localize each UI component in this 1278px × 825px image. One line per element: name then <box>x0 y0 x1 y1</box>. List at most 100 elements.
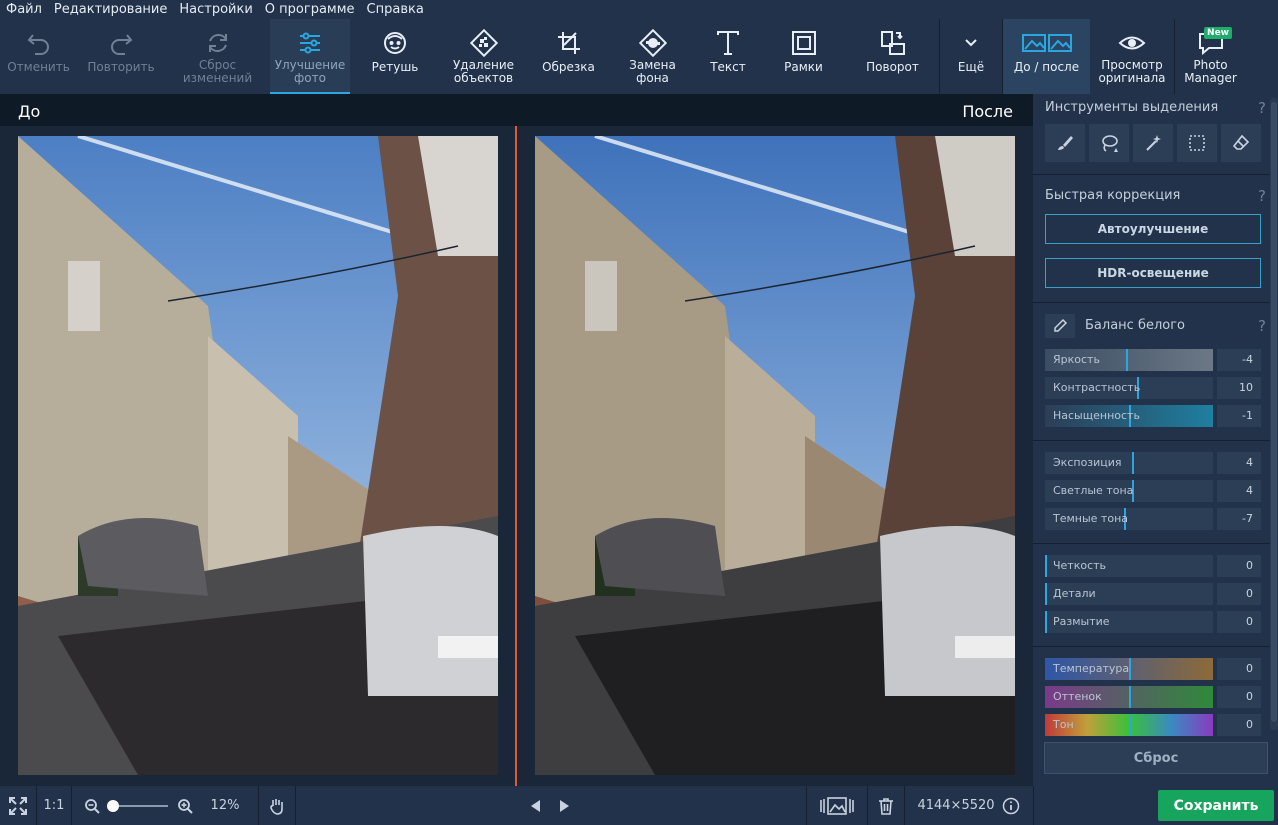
reset-button[interactable]: Сброс <box>1044 742 1268 774</box>
filmstrip-button[interactable] <box>807 786 867 825</box>
menu-settings[interactable]: Настройки <box>179 2 252 17</box>
auto-enhance-button[interactable]: Автоулучшение <box>1045 214 1261 244</box>
undo-button[interactable]: Отменить <box>0 19 77 94</box>
delete-button[interactable] <box>868 786 904 825</box>
slider-value[interactable]: 0 <box>1217 555 1261 577</box>
slider-handle[interactable] <box>1126 349 1128 371</box>
info-button[interactable] <box>1000 786 1022 825</box>
zoom-out-button[interactable] <box>82 786 102 825</box>
tab-rotate[interactable]: Поворот <box>846 19 939 94</box>
zoom-in-button[interactable] <box>175 786 195 825</box>
selection-help-icon[interactable]: ? <box>1258 99 1266 117</box>
bottom-bar: 1:1 12% 4144×5520 Сохранить <box>0 786 1278 825</box>
redo-button[interactable]: Повторить <box>77 19 165 94</box>
white-balance-picker[interactable] <box>1045 314 1075 338</box>
slider-6[interactable]: Темные тона <box>1045 508 1213 530</box>
slider-value[interactable]: 10 <box>1217 377 1261 399</box>
hand-tool-button[interactable] <box>259 786 295 825</box>
rect-select-tool[interactable] <box>1177 124 1217 162</box>
slider-8[interactable]: Детали <box>1045 583 1213 605</box>
slider-7[interactable]: Четкость <box>1045 555 1213 577</box>
menu-about[interactable]: О программе <box>265 2 355 17</box>
sliders-icon <box>300 32 320 54</box>
brush-icon <box>1058 136 1073 150</box>
slider-handle[interactable] <box>1129 686 1131 708</box>
tab-frames[interactable]: Рамки <box>761 19 846 94</box>
slider-value[interactable]: -7 <box>1217 508 1261 530</box>
magic-wand-tool[interactable] <box>1133 124 1173 162</box>
fit-screen-button[interactable] <box>0 786 36 825</box>
image-canvas[interactable] <box>0 126 1033 786</box>
tab-retouch[interactable]: Ретушь <box>350 19 440 94</box>
slider-value[interactable]: -4 <box>1217 349 1261 371</box>
lasso-tool[interactable] <box>1089 124 1129 162</box>
panel-scrollbar[interactable] <box>1270 98 1278 730</box>
quick-help-icon[interactable]: ? <box>1258 187 1266 205</box>
slider-value[interactable]: 4 <box>1217 480 1261 502</box>
hand-icon <box>270 798 283 815</box>
frame-icon <box>791 31 816 55</box>
slider-5[interactable]: Светлые тона <box>1045 480 1213 502</box>
slider-2[interactable]: Контрастность <box>1045 377 1213 399</box>
adjustments-panel: Инструменты выделения ? Быстрая коррекци… <box>1033 94 1278 786</box>
slider-value[interactable]: 4 <box>1217 452 1261 474</box>
tab-text[interactable]: Текст <box>695 19 761 94</box>
slider-value[interactable]: 0 <box>1217 714 1261 736</box>
after-label: После <box>962 102 1013 121</box>
compare-header: До После <box>0 94 1033 126</box>
before-after-icon <box>1021 34 1072 52</box>
triangle-left-icon <box>531 799 540 812</box>
slider-value[interactable]: 0 <box>1217 658 1261 680</box>
slider-value[interactable]: -1 <box>1217 405 1261 427</box>
slider-handle[interactable] <box>1045 611 1047 633</box>
compare-divider[interactable] <box>515 126 517 786</box>
slider-label: Насыщенность <box>1053 409 1140 422</box>
slider-value[interactable]: 0 <box>1217 611 1261 633</box>
slider-10[interactable]: Температура <box>1045 658 1213 680</box>
slider-value[interactable]: 0 <box>1217 686 1261 708</box>
slider-11[interactable]: Оттенок <box>1045 686 1213 708</box>
slider-1[interactable]: Яркость <box>1045 349 1213 371</box>
slider-4[interactable]: Экспозиция <box>1045 452 1213 474</box>
slider-value[interactable]: 0 <box>1217 583 1261 605</box>
magic-wand-icon <box>1146 135 1161 151</box>
tab-enhance-photo[interactable]: Улучшение фото <box>270 19 350 94</box>
zoom-out-icon <box>85 798 100 814</box>
slider-handle[interactable] <box>1129 714 1131 736</box>
next-image-button[interactable] <box>556 786 574 825</box>
slider-handle[interactable] <box>1129 658 1131 680</box>
slider-9[interactable]: Размытие <box>1045 611 1213 633</box>
slider-handle[interactable] <box>1045 555 1047 577</box>
more-button[interactable]: Ещё <box>940 19 1002 94</box>
tab-remove-objects[interactable]: Удаление объектов <box>440 19 527 94</box>
view-original-button[interactable]: Просмотр оригинала <box>1090 19 1174 94</box>
eraser-tool[interactable] <box>1221 124 1261 162</box>
rotate-icon <box>880 31 905 55</box>
prev-image-button[interactable] <box>526 786 544 825</box>
menu-file[interactable]: Файл <box>6 2 42 17</box>
slider-label: Размытие <box>1053 615 1110 628</box>
save-button[interactable]: Сохранить <box>1158 790 1274 821</box>
hdr-lighting-button[interactable]: HDR-освещение <box>1045 258 1261 288</box>
tab-replace-background[interactable]: Замена фона <box>610 19 695 94</box>
crop-icon <box>557 32 580 54</box>
wb-help-icon[interactable]: ? <box>1258 317 1266 335</box>
reset-changes-button[interactable]: Сброс изменений <box>165 19 270 94</box>
slider-12[interactable]: Тон <box>1045 714 1213 736</box>
photo-manager-button[interactable]: New Photo Manager <box>1175 19 1246 94</box>
slider-label: Температура <box>1053 662 1130 675</box>
trash-icon <box>879 797 893 815</box>
actual-size-button[interactable]: 1:1 <box>37 786 71 825</box>
slider-label: Темные тона <box>1053 512 1128 525</box>
brush-tool[interactable] <box>1045 124 1085 162</box>
text-icon <box>717 31 739 55</box>
tab-crop[interactable]: Обрезка <box>527 19 610 94</box>
before-after-button[interactable]: До / после <box>1003 19 1090 94</box>
zoom-slider-handle[interactable] <box>107 800 119 812</box>
slider-handle[interactable] <box>1045 583 1047 605</box>
menu-edit[interactable]: Редактирование <box>54 2 167 17</box>
slider-handle[interactable] <box>1132 452 1134 474</box>
eraser-patch-icon <box>469 29 498 57</box>
menu-help[interactable]: Справка <box>367 2 424 17</box>
slider-3[interactable]: Насыщенность <box>1045 405 1213 427</box>
